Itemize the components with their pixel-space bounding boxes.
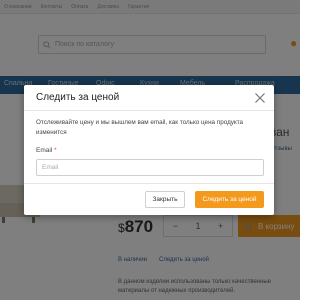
modal-title: Следить за ценой xyxy=(36,92,120,103)
modal-description: Отслеживайте цену и мы вышлем вам email,… xyxy=(36,119,244,136)
close-icon[interactable] xyxy=(252,90,268,106)
price-watch-modal: Следить за ценой Отслеживайте цену и мы … xyxy=(24,85,274,215)
email-label: Email * xyxy=(36,147,57,154)
email-label-text: Email xyxy=(36,147,53,154)
modal-footer-divider xyxy=(24,183,274,184)
modal-header: Следить за ценой xyxy=(24,85,274,111)
email-field[interactable] xyxy=(36,159,264,176)
close-button[interactable]: Закрыть xyxy=(145,191,185,208)
follow-price-button[interactable]: Следить за ценой xyxy=(195,191,264,208)
required-mark: * xyxy=(54,147,57,154)
